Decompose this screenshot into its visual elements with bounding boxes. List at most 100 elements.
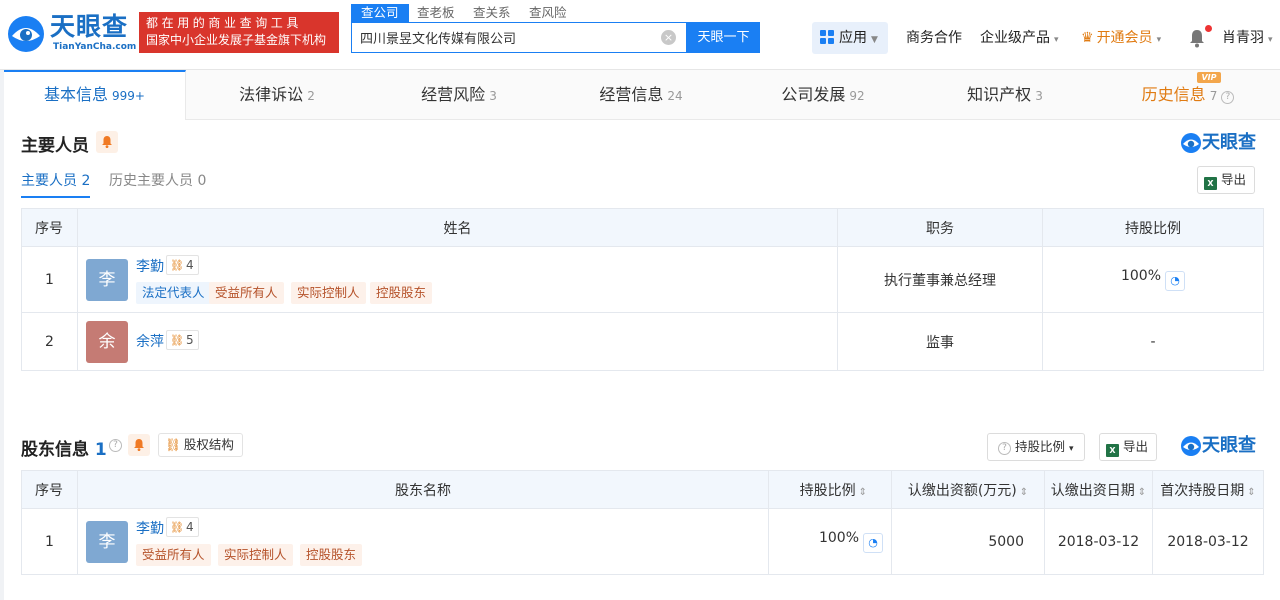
relation-count-badge[interactable]: ⛓ 5 [166,330,199,350]
col-shareholder-name: 股东名称 [77,470,769,509]
shareholder-cell: 李 李勤 ⛓ 4 受益所有人 实际控制人 控股股东 [77,508,769,575]
company-tabs: 基本信息 999+ 法律诉讼 2 经营风险 3 经营信息 24 公司发展 92 知识产权 3… [4,70,1280,120]
apps-grid-icon [820,30,834,44]
table-header: 序号 股东名称 持股比例 认缴出资额(万元) 认缴出资日期 首次持股日期 [21,470,1264,509]
search-input[interactable] [352,23,652,52]
tab-count: 92 [849,89,865,103]
subtab-label: 历史主要人员 [109,173,193,189]
subtab-count: 2 [81,173,91,189]
search-tab-boss[interactable]: 查老板 [417,4,455,22]
avatar[interactable]: 李 [86,259,128,301]
ratio-filter-label: 持股比例 [1015,439,1066,454]
tab-label: 经营风险 [421,85,486,104]
search-button[interactable]: 天眼一下 [687,22,760,53]
pie-chart-icon[interactable]: ◔ [863,533,883,553]
search-tab-relation[interactable]: 查关系 [473,4,511,22]
export-personnel-button[interactable]: X 导出 [1197,166,1256,194]
position-cell: 监事 [837,312,1043,371]
nav-enterprise[interactable]: 企业级产品 ▾ [980,28,1059,50]
chevron-down-icon: ▾ [1268,35,1273,45]
col-ratio[interactable]: 持股比例 [768,470,892,509]
chevron-down-icon: ▼ [871,35,878,45]
brand-text: 天眼查 [1202,435,1256,456]
tab-operation[interactable]: 经营信息 24 [550,70,732,120]
subtab-label: 主要人员 [21,173,77,189]
nav-vip-label: 开通会员 [1096,30,1153,46]
col-amount[interactable]: 认缴出资额(万元) [891,470,1045,509]
network-icon: ⛓ [170,259,184,272]
monitor-bell-button[interactable] [96,131,118,153]
nav-vip[interactable]: ♛ 开通会员 ▾ [1081,28,1161,50]
tag-controller[interactable]: 实际控制人 [218,544,293,566]
amount-cell: 5000 [891,508,1045,575]
clear-icon[interactable]: × [661,30,676,45]
avatar[interactable]: 余 [86,321,128,363]
network-icon: ⛓ [170,334,184,347]
col-first-date[interactable]: 首次持股日期 [1152,470,1264,509]
nav-enterprise-label: 企业级产品 [980,30,1050,46]
tab-label: 知识产权 [967,85,1032,104]
ratio-value: 100% [1120,268,1162,284]
notification-bell-icon[interactable] [1188,28,1206,48]
table-row: 2 余 余萍 ⛓ 5 监事 - [21,312,1264,371]
key-personnel-title: 主要人员 [21,136,89,156]
network-icon: ⛓ [170,521,184,534]
search-box: × [351,22,687,53]
tab-legal[interactable]: 法律诉讼 2 [186,70,368,120]
monitor-bell-button[interactable] [128,434,150,456]
help-icon[interactable]: ? [1221,91,1235,104]
col-position: 职务 [837,208,1043,247]
brand-watermark: 天眼查 [1180,434,1264,458]
bell-icon [102,136,112,148]
equity-structure-button[interactable]: ⛓ 股权结构 [158,433,243,457]
chevron-down-icon: ▾ [1069,444,1074,454]
search-tab-risk[interactable]: 查风险 [529,4,567,22]
col-date[interactable]: 认缴出资日期 [1044,470,1153,509]
user-menu[interactable]: 肖青羽 ▾ [1222,28,1273,50]
col-no: 序号 [21,470,78,509]
person-name-link[interactable]: 李勤 [136,518,164,538]
tab-development[interactable]: 公司发展 92 [732,70,914,120]
sort-label: 认缴出资日期 [1051,483,1146,499]
subtab-history-personnel[interactable]: 历史主要人员 0 [109,171,206,191]
shareholders-title: 股东信息 1 [21,435,107,460]
tab-label: 法律诉讼 [239,85,304,104]
brand-watermark: 天眼查 [1180,131,1264,155]
row-no: 1 [21,246,78,313]
tab-history[interactable]: 历史信息 7? [1096,70,1280,120]
subtab-current-personnel[interactable]: 主要人员 2 [21,171,91,198]
tab-risk[interactable]: 经营风险 3 [368,70,550,120]
ratio-filter-dropdown[interactable]: ? 持股比例 ▾ [987,433,1085,461]
tab-basic-info[interactable]: 基本信息 999+ [4,70,186,120]
tab-ip[interactable]: 知识产权 3 [914,70,1096,120]
avatar[interactable]: 李 [86,521,128,563]
nav-business[interactable]: 商务合作 [906,28,962,48]
tag-controller[interactable]: 实际控制人 [291,282,366,304]
help-icon[interactable]: ? [109,439,122,452]
sort-label: 认缴出资额(万元) [908,483,1028,499]
relation-count-badge[interactable]: ⛓ 4 [166,517,199,537]
first-date-cell: 2018-03-12 [1152,508,1264,575]
pie-chart-icon[interactable]: ◔ [1165,271,1186,291]
tag-controlling-shareholder: 控股股东 [370,282,433,304]
tab-count: 3 [489,89,497,103]
site-logo[interactable]: 天眼查 TianYanCha.com [6,12,136,54]
search-tab-company[interactable]: 查公司 [351,4,409,22]
person-name-link[interactable]: 余萍 [136,331,164,351]
relation-count-badge[interactable]: ⛓ 4 [166,255,199,275]
export-shareholders-button[interactable]: X 导出 [1099,433,1158,461]
nav-app-menu[interactable]: 应用 ▼ [812,22,888,54]
table-header: 序号 姓名 职务 持股比例 [21,208,1264,247]
col-ratio: 持股比例 [1042,208,1264,247]
date-cell: 2018-03-12 [1044,508,1153,575]
person-cell: 余 余萍 ⛓ 5 [77,312,838,371]
tag-beneficiary[interactable]: 受益所有人 [136,544,211,566]
slogan-line-2: 国家中小企业发展子基金旗下机构 [146,33,327,47]
logo-text: 天眼查 [50,12,129,41]
tag-legal-rep: 法定代表人 [136,282,211,304]
person-name-link[interactable]: 李勤 [136,256,164,276]
excel-icon: X [1204,177,1217,190]
sort-label: 首次持股日期 [1160,483,1255,499]
tag-beneficiary[interactable]: 受益所有人 [209,282,284,304]
eye-logo-icon [1181,133,1201,153]
